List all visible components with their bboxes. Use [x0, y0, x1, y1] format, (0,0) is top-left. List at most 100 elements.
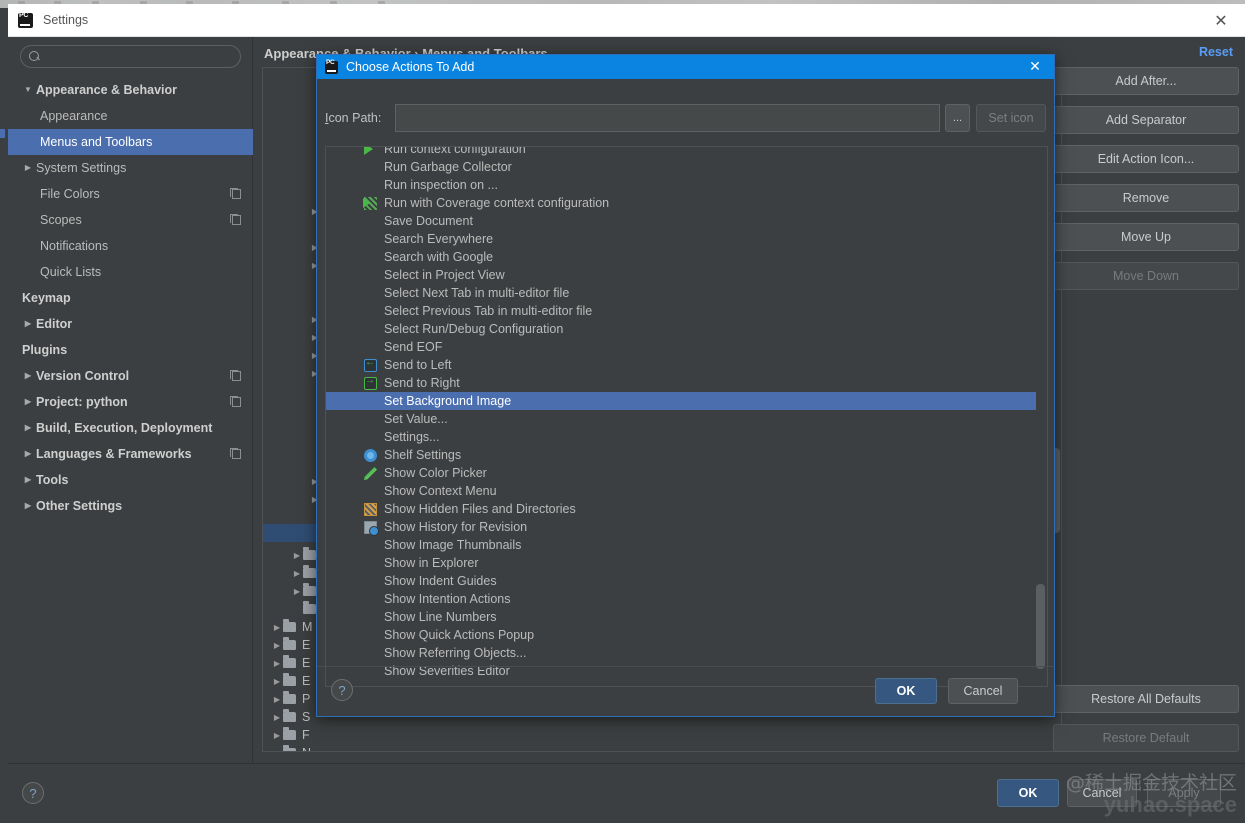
- tree-row[interactable]: ▶ F: [271, 726, 310, 744]
- action-list-item[interactable]: Show Indent Guides: [326, 572, 1036, 590]
- sidebar-item-menus-and-toolbars[interactable]: Menus and Toolbars: [8, 129, 253, 155]
- action-list-item[interactable]: Save Document: [326, 212, 1036, 230]
- sidebar-item-notifications[interactable]: Notifications: [8, 233, 253, 259]
- sidebar-item-editor[interactable]: ▶ Editor: [8, 311, 253, 337]
- tree-row-label: E: [302, 674, 311, 688]
- action-list-item[interactable]: Show Image Thumbnails: [326, 536, 1036, 554]
- action-list-item[interactable]: Run inspection on ...: [326, 176, 1036, 194]
- tree-row[interactable]: ▶ E: [271, 654, 310, 672]
- chevron-right-icon[interactable]: ▶: [22, 164, 34, 172]
- sidebar-item-system-settings[interactable]: ▶ System Settings: [8, 155, 253, 181]
- restore-all-defaults-button[interactable]: Restore All Defaults: [1053, 685, 1239, 713]
- sidebar-item-other-settings[interactable]: ▶ Other Settings: [8, 493, 253, 519]
- action-list-item[interactable]: Send to Right: [326, 374, 1036, 392]
- help-icon[interactable]: ?: [331, 679, 353, 701]
- chevron-right-icon[interactable]: ▶: [22, 424, 34, 432]
- search-input[interactable]: [46, 48, 231, 65]
- sidebar-item-build-execution-deployment[interactable]: ▶ Build, Execution, Deployment: [8, 415, 253, 441]
- help-icon[interactable]: ?: [22, 782, 44, 804]
- chevron-down-icon[interactable]: ▼: [22, 86, 34, 94]
- action-list-item[interactable]: Shelf Settings: [326, 446, 1036, 464]
- sidebar-item-quick-lists[interactable]: Quick Lists: [8, 259, 253, 285]
- action-list-item[interactable]: Run context configuration: [326, 147, 1036, 158]
- sidebar-item-label: Other Settings: [36, 499, 123, 513]
- set-icon-button[interactable]: Set icon: [976, 104, 1046, 132]
- action-list-item[interactable]: Send to Left: [326, 356, 1036, 374]
- action-list-item[interactable]: Show Hidden Files and Directories: [326, 500, 1036, 518]
- action-list-item[interactable]: Show Intention Actions: [326, 590, 1036, 608]
- dialog-title: Choose Actions To Add: [346, 60, 475, 74]
- move-up-button[interactable]: Move Up: [1053, 223, 1239, 251]
- action-list-item[interactable]: Select in Project View: [326, 266, 1036, 284]
- sidebar-item-scopes[interactable]: Scopes: [8, 207, 253, 233]
- action-list-item-label: Show Color Picker: [384, 466, 487, 480]
- tree-row[interactable]: ▶N: [271, 744, 311, 751]
- folder-icon: [283, 637, 296, 650]
- sidebar-item-appearance[interactable]: Appearance: [8, 103, 253, 129]
- remove-button[interactable]: Remove: [1053, 184, 1239, 212]
- action-list-item[interactable]: Settings...: [326, 428, 1036, 446]
- tree-row-selected[interactable]: [263, 524, 321, 542]
- chevron-right-icon[interactable]: ▶: [22, 450, 34, 458]
- sidebar-item-languages-frameworks[interactable]: ▶ Languages & Frameworks: [8, 441, 253, 467]
- sidebar-item-appearance-behavior[interactable]: ▼ Appearance & Behavior: [8, 77, 253, 103]
- tree-row[interactable]: ▶ M: [271, 618, 312, 636]
- ok-button[interactable]: OK: [997, 779, 1059, 807]
- browse-button[interactable]: ...: [945, 104, 970, 132]
- dialog-ok-button[interactable]: OK: [875, 678, 937, 704]
- sidebar-item-plugins[interactable]: Plugins: [8, 337, 253, 363]
- add-separator-button[interactable]: Add Separator: [1053, 106, 1239, 134]
- window-title: Settings: [43, 13, 89, 27]
- close-icon[interactable]: ✕: [1211, 10, 1231, 30]
- sidebar-item-tools[interactable]: ▶ Tools: [8, 467, 253, 493]
- search-box[interactable]: [20, 45, 241, 68]
- sidebar-item-file-colors[interactable]: File Colors: [8, 181, 253, 207]
- dialog-cancel-button[interactable]: Cancel: [948, 678, 1018, 704]
- action-list-item-label: Shelf Settings: [384, 448, 462, 462]
- actions-scrollbar-thumb[interactable]: [1036, 584, 1045, 669]
- chevron-right-icon[interactable]: ▶: [22, 502, 34, 510]
- action-list-item[interactable]: Set Background Image: [326, 392, 1036, 410]
- action-list-item[interactable]: Show Line Numbers: [326, 608, 1036, 626]
- action-list-item[interactable]: Show in Explorer: [326, 554, 1036, 572]
- action-list-item[interactable]: Select Next Tab in multi-editor file: [326, 284, 1036, 302]
- action-list-item[interactable]: Set Value...: [326, 410, 1036, 428]
- chevron-right-icon[interactable]: ▶: [22, 476, 34, 484]
- tree-row[interactable]: ▶ E: [271, 636, 310, 654]
- chevron-right-icon[interactable]: ▶: [22, 372, 34, 380]
- cancel-button[interactable]: Cancel: [1067, 779, 1137, 807]
- action-list-item[interactable]: Search Everywhere: [326, 230, 1036, 248]
- chevron-right-icon: ▶: [293, 550, 301, 560]
- icon-path-input[interactable]: [395, 104, 940, 132]
- chevron-right-icon[interactable]: ▶: [22, 398, 34, 406]
- action-list-item[interactable]: Show Referring Objects...: [326, 644, 1036, 662]
- tree-row[interactable]: ▶ E: [271, 672, 310, 690]
- sidebar-item-version-control[interactable]: ▶ Version Control: [8, 363, 253, 389]
- action-list-item[interactable]: Select Previous Tab in multi-editor file: [326, 302, 1036, 320]
- sidebar-item-project-python[interactable]: ▶ Project: python: [8, 389, 253, 415]
- tree-row[interactable]: ▶ P: [271, 690, 310, 708]
- chevron-right-icon[interactable]: ▶: [22, 320, 34, 328]
- add-after-button[interactable]: Add After...: [1053, 67, 1239, 95]
- action-list-item[interactable]: Send EOF: [326, 338, 1036, 356]
- action-list-item[interactable]: Show Color Picker: [326, 464, 1036, 482]
- sidebar-item-keymap[interactable]: Keymap: [8, 285, 253, 311]
- tree-row[interactable]: ▶ S: [271, 708, 310, 726]
- window-titlebar: Settings ✕: [8, 4, 1245, 37]
- action-list-item[interactable]: Show Quick Actions Popup: [326, 626, 1036, 644]
- action-list-item[interactable]: Show Context Menu: [326, 482, 1036, 500]
- edit-action-icon-button[interactable]: Edit Action Icon...: [1053, 145, 1239, 173]
- actions-scrollbar[interactable]: [1034, 146, 1046, 687]
- action-list-item[interactable]: Run with Coverage context configuration: [326, 194, 1036, 212]
- close-icon[interactable]: ✕: [1026, 58, 1044, 76]
- action-list-item[interactable]: Run Garbage Collector: [326, 158, 1036, 176]
- sidebar-item-label: File Colors: [40, 187, 100, 201]
- action-list-item[interactable]: Show History for Revision: [326, 518, 1036, 536]
- action-list-item[interactable]: Select Run/Debug Configuration: [326, 320, 1036, 338]
- apply-button[interactable]: Apply: [1147, 779, 1221, 807]
- actions-list-panel[interactable]: Run context configuration Run Garbage Col…: [325, 146, 1048, 687]
- reset-link[interactable]: Reset: [1199, 45, 1233, 59]
- pycharm-icon: [325, 59, 338, 74]
- action-list-item[interactable]: Search with Google: [326, 248, 1036, 266]
- screen-root: Settings ✕ ▼Appearance & BehaviorAppeara…: [0, 0, 1245, 823]
